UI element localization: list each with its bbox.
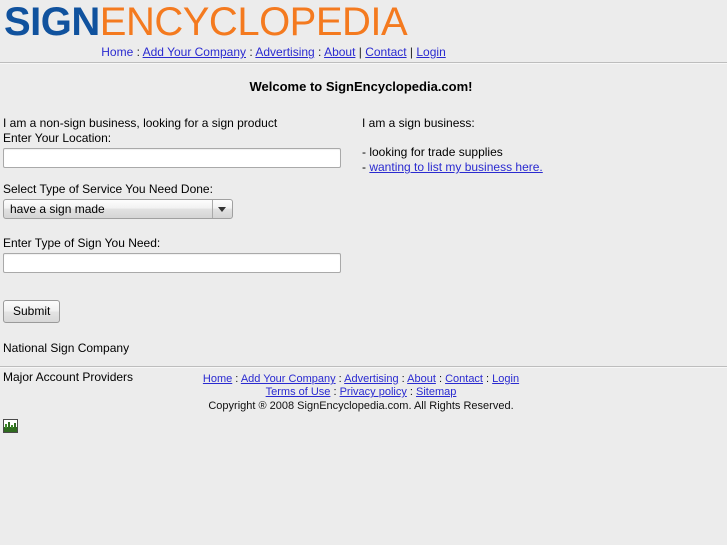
nav-item-about[interactable]: About [324,45,355,59]
location-label: Enter Your Location: [3,131,112,145]
major-account-providers-text: Major Account Providers [3,370,134,384]
nav-item-contact[interactable]: Contact [365,45,406,59]
site-logo: SIGNENCYCLOPEDIA [0,0,727,44]
right-column: I am a sign business: - looking for trad… [362,116,692,175]
nav-item-login[interactable]: Login [416,45,445,59]
list-business-row: - wanting to list my business here. [362,160,692,175]
footer-separator: : [330,386,340,398]
nav-separator: : [133,45,143,59]
nav-separator: : [314,45,325,59]
nav-item-add-your-company[interactable]: Add Your Company [143,45,246,59]
footer-separator: : [406,386,417,398]
footer-separator: : [398,373,408,385]
location-input[interactable] [3,148,341,168]
footer-link-privacy-policy[interactable]: Privacy policy [340,386,407,398]
page-header: SIGNENCYCLOPEDIA Home : Add Your Company… [0,0,727,62]
service-type-label: Select Type of Service You Need Done: [3,182,213,196]
footer-link-login[interactable]: Login [492,373,519,385]
footer-link-contact[interactable]: Contact [445,373,483,385]
footer-separator: : [483,373,493,385]
sign-type-label: Enter Type of Sign You Need: [3,236,161,250]
logo-text-encyclopedia: ENCYCLOPEDIA [99,0,408,44]
list-my-business-link[interactable]: wanting to list my business here. [369,160,542,174]
sign-type-input[interactable] [3,253,341,273]
footer-link-terms-of-use[interactable]: Terms of Use [266,386,331,398]
nav-separator: | [406,45,417,59]
footer-legal-links: Terms of Use : Privacy policy : Sitemap [0,386,722,399]
chevron-down-icon[interactable] [212,200,232,218]
footer-link-sitemap[interactable]: Sitemap [416,386,456,398]
copyright-text: Copyright ® 2008 SignEncyclopedia.com. A… [208,400,514,412]
submit-button[interactable]: Submit [3,300,61,323]
nav-separator: | [355,45,366,59]
left-column: I am a non-sign business, looking for a … [3,116,353,385]
nav-item-advertising[interactable]: Advertising [255,45,314,59]
footer-link-about[interactable]: About [407,373,436,385]
service-type-select[interactable]: have a sign made [3,199,233,219]
trade-supplies-text: - looking for trade supplies [362,145,503,159]
national-sign-company-text: National Sign Company [3,341,130,355]
service-type-selected-value: have a sign made [10,202,105,216]
nav-separator: : [246,45,256,59]
non-sign-business-intro: I am a non-sign business, looking for a … [3,116,278,130]
nav-item-home[interactable]: Home [101,45,133,59]
sign-business-intro: I am a sign business: [362,116,475,130]
main-content: Welcome to SignEncyclopedia.com! I am a … [0,64,727,384]
logo-text-sign: SIGN [4,0,100,44]
top-navigation: Home : Add Your Company : Advertising : … [0,44,727,62]
page-title: Welcome to SignEncyclopedia.com! [249,79,473,94]
footer-separator: : [435,373,446,385]
chart-image-icon [3,419,18,433]
